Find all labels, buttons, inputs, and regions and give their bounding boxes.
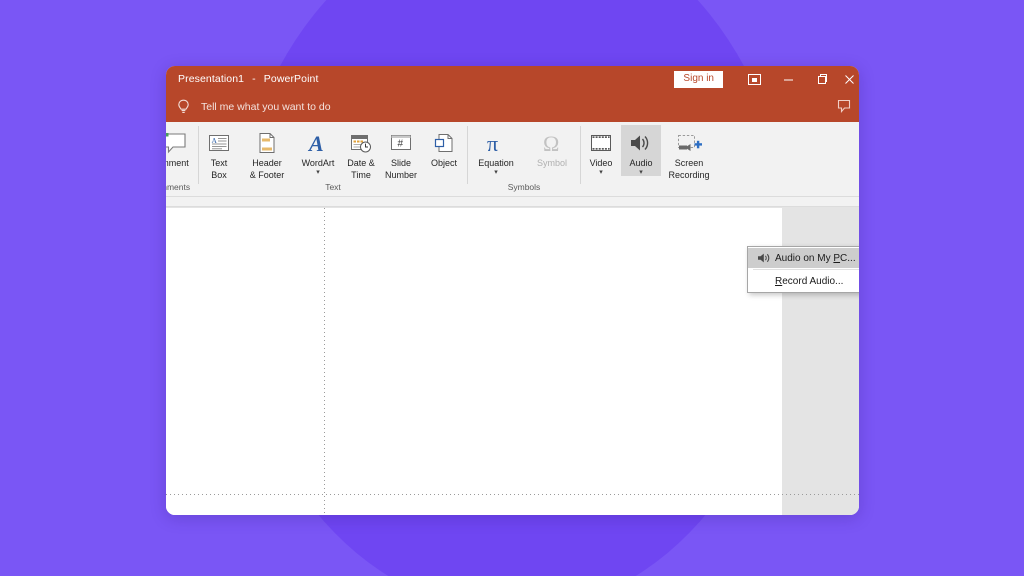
symbol-omega-icon: Ω <box>539 129 565 157</box>
ribbon-button-screen-recording[interactable]: Screen Recording <box>661 125 717 180</box>
chevron-down-icon[interactable]: ▾ <box>494 170 498 176</box>
guide-vertical[interactable] <box>324 208 325 515</box>
chevron-down-icon[interactable]: ▾ <box>639 170 643 176</box>
ribbon-button-header-footer-label-2: & Footer <box>250 170 285 181</box>
restore-icon[interactable] <box>805 66 839 92</box>
close-icon[interactable] <box>839 66 859 92</box>
ribbon-button-equation[interactable]: π Equation ▾ <box>468 125 524 176</box>
svg-text:A: A <box>307 131 324 155</box>
ribbon-group-text-label: Text <box>199 181 467 193</box>
tell-me-input[interactable]: Tell me what you want to do <box>201 101 331 113</box>
ribbon-button-symbol-label: Symbol <box>537 158 567 169</box>
ribbon-button-screen-recording-label-1: Screen <box>675 158 704 169</box>
ribbon-group-comments-label: mments <box>166 181 198 193</box>
tell-me-bar[interactable]: Tell me what you want to do <box>166 92 859 122</box>
video-icon <box>589 129 613 157</box>
ribbon-button-date-time[interactable]: Date & Time <box>341 125 381 180</box>
ribbon-button-header-footer[interactable]: Header & Footer <box>239 125 295 180</box>
menu-item-record-audio-label: Record Audio... <box>775 276 843 287</box>
chevron-down-icon[interactable]: ▾ <box>316 170 320 176</box>
svg-text:π: π <box>487 131 498 155</box>
minimize-icon[interactable] <box>771 66 805 92</box>
ribbon-button-slide-number-label-2: Number <box>385 170 417 181</box>
ribbon-group-symbols-label: Symbols <box>468 181 580 193</box>
screen-recording-icon <box>674 129 704 157</box>
menu-item-audio-on-my-pc[interactable]: Audio on My PC... <box>748 248 859 268</box>
slide-canvas[interactable] <box>166 208 782 515</box>
object-icon <box>432 129 456 157</box>
ribbon-button-object-label: Object <box>431 158 457 169</box>
ribbon-button-comment[interactable]: mment <box>166 125 198 169</box>
slide-number-icon: # <box>388 129 414 157</box>
svg-text:#: # <box>398 139 404 150</box>
svg-text:Ω: Ω <box>543 131 559 155</box>
ribbon-button-comment-label: mment <box>166 158 189 169</box>
ribbon-button-slide-number[interactable]: # Slide Number <box>381 125 421 180</box>
app-name: PowerPoint <box>264 73 319 85</box>
ribbon-display-options-icon[interactable] <box>737 66 771 92</box>
workspace-top-strip <box>166 197 859 207</box>
menu-divider <box>753 269 859 270</box>
date-time-icon <box>349 129 373 157</box>
chevron-down-icon[interactable]: ▾ <box>599 170 603 176</box>
audio-dropdown-menu[interactable]: Audio on My PC... Record Audio... <box>747 246 859 293</box>
lightbulb-icon <box>177 99 193 115</box>
ribbon-button-text-box[interactable]: A Text Box <box>199 125 239 180</box>
ribbon-button-symbol[interactable]: Ω Symbol <box>524 125 580 169</box>
ribbon-button-date-time-label-1: Date & <box>347 158 375 169</box>
ribbon: mment mments A <box>166 122 859 197</box>
equation-pi-icon: π <box>483 129 509 157</box>
text-box-icon: A <box>207 129 231 157</box>
ribbon-button-slide-number-label-1: Slide <box>391 158 411 169</box>
menu-item-record-audio[interactable]: Record Audio... <box>748 271 859 291</box>
document-title: Presentation1 - PowerPoint <box>178 73 318 85</box>
ribbon-button-video-label: Video <box>590 158 613 169</box>
ribbon-button-video[interactable]: Video ▾ <box>581 125 621 176</box>
title-bar-controls: Sign in <box>674 66 859 92</box>
header-footer-icon <box>256 129 278 157</box>
ribbon-button-text-box-label-2: Box <box>211 170 227 181</box>
ribbon-button-wordart-label: WordArt <box>302 158 335 169</box>
audio-speaker-icon <box>628 129 654 157</box>
ribbon-group-comments: mment mments <box>166 122 198 197</box>
ribbon-group-text: A Text Box <box>199 122 467 197</box>
guide-horizontal[interactable] <box>166 494 859 495</box>
share-icon[interactable] <box>837 99 851 119</box>
sign-in-button[interactable]: Sign in <box>674 71 723 88</box>
ribbon-button-object[interactable]: Object <box>421 125 467 169</box>
menu-item-audio-on-my-pc-label: Audio on My PC... <box>775 253 856 264</box>
comment-icon <box>166 129 188 157</box>
wordart-icon: A <box>306 129 330 157</box>
ribbon-button-audio-label: Audio <box>629 158 652 169</box>
ribbon-button-text-box-label-1: Text <box>211 158 228 169</box>
ribbon-group-media: Video ▾ Audio ▾ <box>581 122 717 197</box>
ribbon-button-audio[interactable]: Audio ▾ <box>621 125 661 176</box>
ribbon-button-equation-label: Equation <box>478 158 514 169</box>
speaker-icon <box>753 252 775 264</box>
ribbon-button-wordart[interactable]: A WordArt ▾ <box>295 125 341 176</box>
slide-workspace[interactable] <box>166 197 859 515</box>
document-name: Presentation1 <box>178 73 244 85</box>
ribbon-button-screen-recording-label-2: Recording <box>668 170 709 181</box>
ribbon-button-header-footer-label-1: Header <box>252 158 282 169</box>
title-separator: - <box>247 73 261 85</box>
powerpoint-window: Presentation1 - PowerPoint Sign in <box>166 66 859 515</box>
ribbon-group-symbols: π Equation ▾ Ω Symbol Symbols <box>468 122 580 197</box>
title-bar: Presentation1 - PowerPoint Sign in <box>166 66 859 92</box>
ribbon-button-date-time-label-2: Time <box>351 170 371 181</box>
